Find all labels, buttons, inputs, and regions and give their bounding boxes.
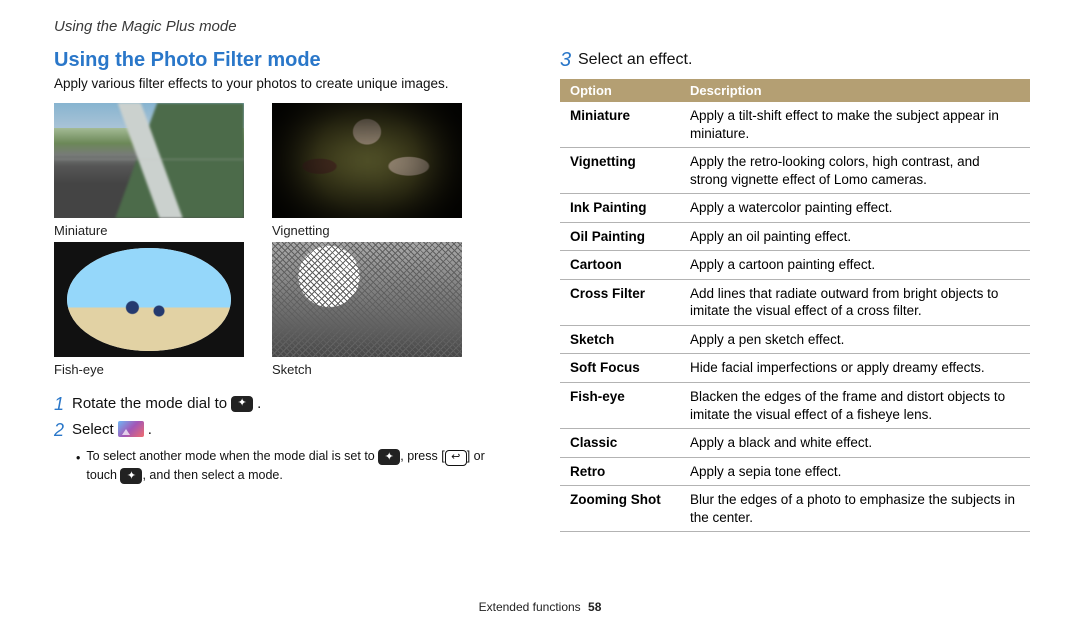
description-cell: Apply a watercolor painting effect. <box>680 194 1030 223</box>
header-option: Option <box>560 79 680 102</box>
step-2-text-b: . <box>148 421 152 438</box>
step-number: 1 <box>54 395 72 415</box>
note-b: , press [ <box>400 449 444 463</box>
description-cell: Apply an oil painting effect. <box>680 222 1030 251</box>
return-button-icon: ↩ <box>445 450 467 466</box>
thumbnail-label: Vignetting <box>272 223 462 238</box>
step-text: Select . <box>72 421 152 438</box>
table-row: SketchApply a pen sketch effect. <box>560 325 1030 354</box>
option-cell: Fish-eye <box>560 383 680 429</box>
thumb-cell: Vignetting <box>272 103 462 238</box>
step-1: 1 Rotate the mode dial to ✦ . <box>54 395 504 415</box>
page: Using the Magic Plus mode Using the Phot… <box>0 0 1080 532</box>
right-column: 3 Select an effect. Option Description M… <box>560 49 1030 532</box>
header-description: Description <box>680 79 1030 102</box>
content-columns: Using the Photo Filter mode Apply variou… <box>54 49 1030 532</box>
description-cell: Apply a black and white effect. <box>680 429 1030 458</box>
note-a: To select another mode when the mode dia… <box>86 449 374 463</box>
option-cell: Zooming Shot <box>560 486 680 532</box>
option-cell: Oil Painting <box>560 222 680 251</box>
step-1-text-b: . <box>257 395 261 412</box>
description-cell: Apply the retro-looking colors, high con… <box>680 148 1030 194</box>
description-cell: Hide facial imperfections or apply dream… <box>680 354 1030 383</box>
option-cell: Soft Focus <box>560 354 680 383</box>
option-cell: Cartoon <box>560 251 680 280</box>
intro-text: Apply various filter effects to your pho… <box>54 76 504 91</box>
table-row: Fish-eyeBlacken the edges of the frame a… <box>560 383 1030 429</box>
thumbnail-vignetting <box>272 103 462 218</box>
thumb-cell: Miniature <box>54 103 244 238</box>
table-row: CartoonApply a cartoon painting effect. <box>560 251 1030 280</box>
note-text: To select another mode when the mode dia… <box>86 447 504 484</box>
table-row: Cross FilterAdd lines that radiate outwa… <box>560 279 1030 325</box>
description-cell: Blacken the edges of the frame and disto… <box>680 383 1030 429</box>
effects-body: MiniatureApply a tilt-shift effect to ma… <box>560 102 1030 532</box>
option-cell: Vignetting <box>560 148 680 194</box>
description-cell: Apply a pen sketch effect. <box>680 325 1030 354</box>
table-row: RetroApply a sepia tone effect. <box>560 457 1030 486</box>
page-number: 58 <box>588 600 601 614</box>
table-row: MiniatureApply a tilt-shift effect to ma… <box>560 102 1030 148</box>
steps: 1 Rotate the mode dial to ✦ . 2 Select . <box>54 395 504 484</box>
table-row: VignettingApply the retro-looking colors… <box>560 148 1030 194</box>
thumbnail-label: Sketch <box>272 362 462 377</box>
note-d: , and then select a mode. <box>142 468 282 482</box>
step-number: 2 <box>54 421 72 441</box>
thumbnail-grid: Miniature Vignetting Fish-eye Sketch <box>54 103 504 377</box>
step-2-text-a: Select <box>72 421 114 438</box>
thumbnail-fisheye <box>54 242 244 357</box>
table-header-row: Option Description <box>560 79 1030 102</box>
option-cell: Retro <box>560 457 680 486</box>
table-row: ClassicApply a black and white effect. <box>560 429 1030 458</box>
table-row: Oil PaintingApply an oil painting effect… <box>560 222 1030 251</box>
description-cell: Blur the edges of a photo to emphasize t… <box>680 486 1030 532</box>
step-text: Rotate the mode dial to ✦ . <box>72 395 261 412</box>
thumbnail-miniature <box>54 103 244 218</box>
breadcrumb: Using the Magic Plus mode <box>54 18 1030 35</box>
option-cell: Miniature <box>560 102 680 148</box>
step-2-note: • To select another mode when the mode d… <box>76 447 504 484</box>
description-cell: Apply a sepia tone effect. <box>680 457 1030 486</box>
option-cell: Classic <box>560 429 680 458</box>
section-title: Using the Photo Filter mode <box>54 49 504 72</box>
thumb-cell: Sketch <box>272 242 462 377</box>
thumb-cell: Fish-eye <box>54 242 244 377</box>
step-2: 2 Select . <box>54 421 504 441</box>
footer-section: Extended functions <box>479 600 581 614</box>
effects-table: Option Description MiniatureApply a tilt… <box>560 79 1030 532</box>
mode-dial-icon: ✦ <box>231 396 253 412</box>
step-3-text: Select an effect. <box>578 51 692 69</box>
table-row: Ink PaintingApply a watercolor painting … <box>560 194 1030 223</box>
thumbnail-label: Fish-eye <box>54 362 244 377</box>
photo-filter-icon <box>118 421 144 437</box>
option-cell: Cross Filter <box>560 279 680 325</box>
left-column: Using the Photo Filter mode Apply variou… <box>54 49 504 532</box>
mode-dial-icon: ✦ <box>120 468 142 484</box>
option-cell: Sketch <box>560 325 680 354</box>
table-row: Soft FocusHide facial imperfections or a… <box>560 354 1030 383</box>
description-cell: Apply a cartoon painting effect. <box>680 251 1030 280</box>
page-footer: Extended functions 58 <box>0 600 1080 614</box>
bullet-icon: • <box>76 449 80 484</box>
step-number: 3 <box>560 49 578 71</box>
step-3: 3 Select an effect. <box>560 49 1030 71</box>
description-cell: Apply a tilt-shift effect to make the su… <box>680 102 1030 148</box>
mode-dial-icon: ✦ <box>378 449 400 465</box>
description-cell: Add lines that radiate outward from brig… <box>680 279 1030 325</box>
option-cell: Ink Painting <box>560 194 680 223</box>
thumbnail-label: Miniature <box>54 223 244 238</box>
table-row: Zooming ShotBlur the edges of a photo to… <box>560 486 1030 532</box>
thumbnail-sketch <box>272 242 462 357</box>
step-1-text-a: Rotate the mode dial to <box>72 395 227 412</box>
